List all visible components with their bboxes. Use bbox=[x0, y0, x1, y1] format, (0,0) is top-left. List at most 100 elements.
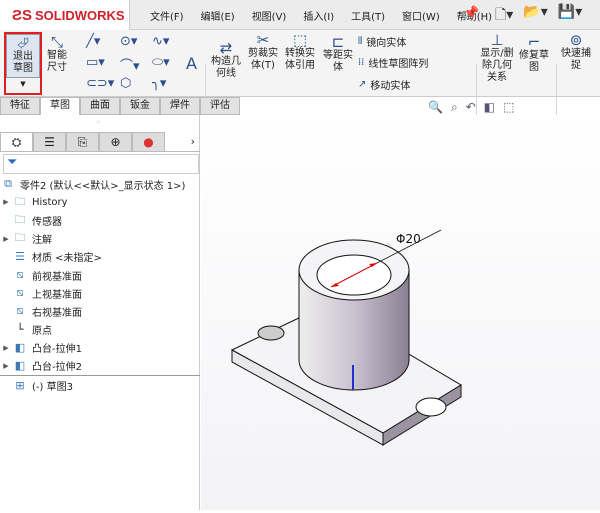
relations-icon: ⊥ bbox=[490, 31, 504, 49]
quick-access: 🗋▾ 📂▾ 💾▾ bbox=[495, 4, 582, 28]
spline-icon[interactable]: ∿▾ bbox=[152, 34, 169, 49]
tree-item-front-plane[interactable]: ⧅ 前视基准面 bbox=[0, 266, 200, 284]
linear-pattern-button[interactable]: ⁞⁞ 线性草图阵列 bbox=[358, 55, 428, 70]
mirror-label: 镜向实体 bbox=[366, 38, 407, 49]
new-file-icon[interactable]: 🗋▾ bbox=[495, 4, 513, 28]
slot-icon[interactable]: ⊂⊃▾ bbox=[86, 76, 114, 91]
zoom-fit-icon[interactable]: 🔍 bbox=[428, 100, 443, 115]
panel-handle[interactable]: ◦ bbox=[96, 118, 101, 127]
arc-icon[interactable]: ⌒▾ bbox=[120, 55, 140, 74]
ellipse-icon[interactable]: ⬭▾ bbox=[152, 55, 170, 70]
display-relations-button[interactable]: ⊥ 显示/删除几何关系 bbox=[480, 31, 514, 84]
sketch-icon: ⊞ bbox=[15, 378, 25, 392]
zoom-area-icon[interactable]: ⌕ bbox=[451, 100, 458, 115]
display-manager-tab[interactable]: ● bbox=[132, 132, 165, 152]
tree-item-label: 材质 <未指定> bbox=[32, 253, 102, 265]
open-file-icon[interactable]: 📂▾ bbox=[523, 4, 547, 28]
rectangle-icon[interactable]: ▭▾ bbox=[86, 55, 105, 70]
tree-item-sensors[interactable]: 🗀 传感器 bbox=[0, 211, 200, 229]
filter-icon[interactable]: ⏷ bbox=[3, 154, 199, 174]
origin-icon: └ bbox=[16, 323, 24, 337]
mirror-icon: ⫴ bbox=[358, 36, 363, 47]
move-button[interactable]: ↗ 移动实体 bbox=[358, 77, 410, 92]
dimxpert-tab[interactable]: ⊕ bbox=[99, 132, 132, 152]
tree-item-label: 注解 bbox=[32, 235, 52, 247]
tree-item-sketch3[interactable]: ⊞ (-) 草图3 bbox=[0, 376, 200, 394]
tree-item-annotations[interactable]: ▶ 🗀 注解 bbox=[0, 230, 200, 248]
repair-sketch-button[interactable]: ⌐ 修复草图 bbox=[518, 33, 550, 74]
tab-surfaces[interactable]: 曲面 bbox=[80, 97, 120, 115]
heads-up-toolbar: 🔍 ⌕ ↶ ◧ ⬚ bbox=[428, 100, 514, 115]
tree-item-right-plane[interactable]: ⧅ 右视基准面 bbox=[0, 302, 200, 320]
mirror-button[interactable]: ⫴ 镜向实体 bbox=[358, 34, 406, 49]
plane-icon: ⧅ bbox=[16, 304, 24, 318]
menu-edit[interactable]: 编辑(E) bbox=[201, 8, 235, 23]
tree-item-label: 右视基准面 bbox=[32, 307, 82, 319]
tree-item-boss-extrude2[interactable]: ▶ ◧ 凸台-拉伸2 bbox=[0, 357, 200, 375]
expand-icon[interactable]: ▶ bbox=[0, 198, 12, 206]
configuration-manager-tab[interactable]: ⎘ bbox=[66, 132, 99, 152]
tree-item-material[interactable]: ☰ 材质 <未指定> bbox=[0, 248, 200, 266]
offset-label: 等距实体 bbox=[323, 50, 353, 73]
convert-entities-button[interactable]: ⬚ 转换实体引用 bbox=[284, 33, 316, 72]
expand-icon[interactable]: ▶ bbox=[0, 362, 12, 370]
circle-icon[interactable]: ⊙▾ bbox=[120, 34, 137, 49]
diameter-dimension[interactable]: Φ20 bbox=[396, 232, 421, 246]
menu-view[interactable]: 视图(V) bbox=[252, 8, 287, 23]
offset-entities-button[interactable]: ⊏ 等距实体 bbox=[322, 33, 354, 74]
construction-geometry-button[interactable]: ⇄ 构造几何线 bbox=[210, 41, 242, 80]
part-icon: ⧉ bbox=[4, 177, 12, 191]
tree-item-top-plane[interactable]: ⧅ 上视基准面 bbox=[0, 284, 200, 302]
feature-tree: ⧉ 零件2 (默认<<默认>_显示状态 1>) ▶ 🗀 History 🗀 传感器 ▶ 🗀… bbox=[0, 175, 200, 394]
exit-sketch-label: 退出草图 bbox=[13, 51, 33, 74]
pin-icon[interactable]: 📌 bbox=[463, 6, 479, 21]
tree-item-origin[interactable]: └ 原点 bbox=[0, 321, 200, 339]
line-icon[interactable]: ╱▾ bbox=[86, 34, 100, 49]
tab-sketch[interactable]: 草图 bbox=[40, 97, 80, 115]
history-folder-icon: 🗀 bbox=[14, 194, 26, 208]
menu-window[interactable]: 窗口(W) bbox=[402, 8, 440, 23]
fillet-icon[interactable]: ╮▾ bbox=[152, 76, 166, 91]
menu-bar: 文件(F) 编辑(E) 视图(V) 插入(I) 工具(T) 窗口(W) 帮助(H… bbox=[150, 0, 509, 30]
repair-icon: ⌐ bbox=[527, 33, 541, 51]
tab-weldments[interactable]: 焊件 bbox=[160, 97, 200, 115]
menu-tools[interactable]: 工具(T) bbox=[351, 8, 385, 23]
smart-dimension-label: 智能尺寸 bbox=[47, 50, 67, 73]
section-view-icon[interactable]: ◧ bbox=[484, 100, 495, 115]
tree-item-label: 传感器 bbox=[32, 216, 62, 228]
repair-label: 修复草图 bbox=[519, 50, 549, 73]
quick-snap-label: 快速捕捉 bbox=[561, 48, 591, 71]
tab-sheet-metal[interactable]: 钣金 bbox=[120, 97, 160, 115]
menu-file[interactable]: 文件(F) bbox=[150, 8, 184, 23]
feature-tree-tab[interactable]: ⛭ bbox=[0, 132, 33, 152]
tree-item-label: 原点 bbox=[32, 326, 52, 338]
command-tabs: 特征 草图 曲面 钣金 焊件 评估 bbox=[0, 97, 240, 115]
smart-dimension-button[interactable]: ⤡ 智能尺寸 bbox=[44, 33, 70, 74]
menu-insert[interactable]: 插入(I) bbox=[303, 8, 334, 23]
polygon-icon[interactable]: ⬡ bbox=[120, 76, 131, 91]
tree-root-label: 零件2 (默认<<默认>_显示状态 1>) bbox=[20, 180, 186, 192]
tree-root[interactable]: ⧉ 零件2 (默认<<默认>_显示状态 1>) bbox=[0, 175, 200, 193]
tree-item-label: (-) 草图3 bbox=[32, 381, 73, 393]
trim-button[interactable]: ✂ 剪裁实体(T) bbox=[247, 33, 279, 72]
expand-icon[interactable]: ▶ bbox=[0, 235, 12, 243]
property-manager-tab[interactable]: ☰ bbox=[33, 132, 66, 152]
tab-features[interactable]: 特征 bbox=[0, 97, 40, 115]
exit-sketch-button[interactable]: ⮰ 退出草图 ▼ bbox=[4, 32, 42, 95]
smart-dimension-icon: ⤡ bbox=[50, 33, 63, 51]
quick-snap-button[interactable]: ⊚ 快速捕捉 bbox=[560, 33, 592, 72]
chevron-down-icon[interactable]: ▼ bbox=[6, 78, 40, 90]
tab-evaluate[interactable]: 评估 bbox=[200, 97, 240, 115]
chevron-right-icon[interactable]: › bbox=[165, 132, 195, 151]
tree-item-label: 凸台-拉伸1 bbox=[32, 344, 82, 356]
title-bar: ƧS SOLIDWORKS 文件(F) 编辑(E) 视图(V) 插入(I) 工具(… bbox=[0, 0, 600, 30]
expand-icon[interactable]: ▶ bbox=[0, 344, 12, 352]
view-orientation-icon[interactable]: ⬚ bbox=[503, 100, 514, 115]
previous-view-icon[interactable]: ↶ bbox=[466, 100, 476, 115]
tree-item-boss-extrude1[interactable]: ▶ ◧ 凸台-拉伸1 bbox=[0, 339, 200, 357]
save-icon[interactable]: 💾▾ bbox=[558, 4, 582, 28]
offset-icon: ⊏ bbox=[331, 33, 345, 51]
tree-item-history[interactable]: ▶ 🗀 History bbox=[0, 193, 200, 211]
text-icon[interactable]: A bbox=[186, 54, 197, 73]
graphics-viewport[interactable]: 软件自学网 Φ20 bbox=[201, 115, 600, 510]
